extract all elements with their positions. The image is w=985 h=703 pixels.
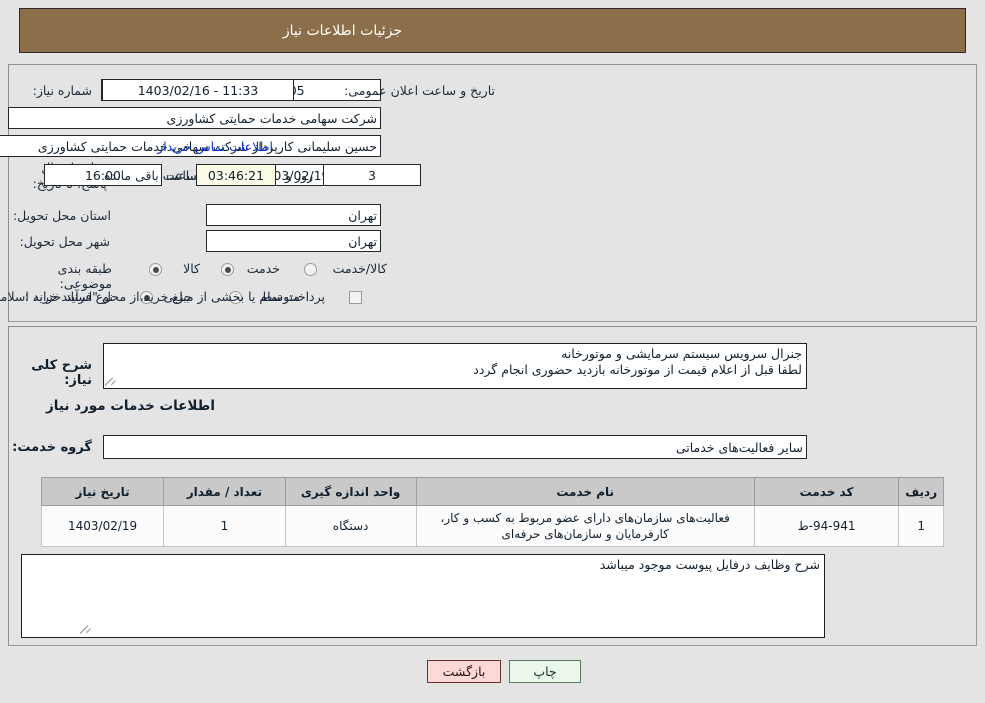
buyer-org-field[interactable]: شرکت سهامی خدمات حمایتی کشاورزی [8, 107, 381, 129]
table-header-row: ردیف کد خدمت نام خدمت واحد اندازه گیری ت… [40, 477, 944, 506]
service-group-label: گروه خدمت: [12, 440, 92, 455]
page-title: جزئیات اطلاعات نیاز [19, 8, 966, 53]
treasury-bond-checkbox[interactable] [349, 291, 362, 304]
deadline-days-field[interactable]: 3 [323, 164, 421, 186]
col-unit: واحد اندازه گیری [284, 477, 417, 506]
category-radio-kala[interactable] [149, 263, 162, 276]
col-date: تاریخ نیاز [40, 477, 165, 506]
deadline-timer: 03:46:21 [196, 164, 276, 186]
need-number-label: شماره نیاز: [32, 83, 92, 98]
buyer-contact-link[interactable]: اطلاعات تماس خریدار [157, 139, 273, 154]
col-name: نام خدمت [415, 477, 755, 506]
deadline-days-label: روز و [285, 168, 314, 183]
category-option-label-2: کالا/خدمت [332, 261, 387, 276]
cell-unit: دستگاه [284, 505, 417, 547]
category-option-label-0: کالا [183, 261, 200, 276]
need-info-panel [8, 64, 977, 322]
category-option-label-1: خدمت [246, 261, 280, 276]
service-group-field[interactable]: سایر فعالیت‌های خدماتی [103, 435, 807, 459]
delivery-city-field[interactable]: تهران [206, 230, 381, 252]
category-label: طبقه بندی موضوعی: [57, 261, 112, 291]
print-button[interactable]: چاپ [509, 660, 581, 683]
delivery-province-label: استان محل تحویل: [12, 208, 111, 223]
table-row[interactable]: 1 ط-94-941 فعالیت‌های سازمان‌های دارای ع… [40, 505, 944, 547]
delivery-city-label: شهر محل تحویل: [19, 234, 110, 249]
cell-date: 1403/02/19 [40, 505, 165, 547]
back-button[interactable]: بازگشت [427, 660, 501, 683]
general-description-textarea[interactable]: جنرال سرویس سیستم سرمایشی و موتورخانه لط… [103, 343, 807, 389]
category-radio-khedmat[interactable] [221, 263, 234, 276]
deadline-timer-label: ساعت باقی مانده [104, 168, 197, 183]
category-radio-kala-khedmat[interactable] [304, 263, 317, 276]
cell-name: فعالیت‌های سازمان‌های دارای عضو مربوط به… [415, 505, 755, 547]
cell-radif: 1 [898, 505, 944, 547]
col-code: کد خدمت [753, 477, 900, 506]
general-description-label: شرح کلی نیاز: [31, 358, 92, 388]
col-radif: ردیف [898, 477, 944, 506]
delivery-province-field[interactable]: تهران [206, 204, 381, 226]
buyer-comments-textarea[interactable]: شرح وظایف درفایل پیوست موجود میباشد [21, 554, 825, 638]
page-title-text: جزئیات اطلاعات نیاز [282, 22, 403, 39]
services-heading: اطلاعات خدمات مورد نیاز [45, 398, 215, 414]
treasury-bond-label: پرداخت تمام یا بخشی از مبلغ خرید،از محل … [0, 289, 325, 304]
announce-datetime-label: تاریخ و ساعت اعلان عمومی: [344, 83, 495, 98]
col-quantity: تعداد / مقدار [163, 477, 286, 506]
page-root: AnaTender.net جزئیات اطلاعات نیاز شماره … [0, 0, 985, 703]
announce-datetime-field[interactable]: 1403/02/16 - 11:33 [102, 79, 294, 101]
cell-code: ط-94-941 [753, 505, 900, 547]
services-table: ردیف کد خدمت نام خدمت واحد اندازه گیری ت… [40, 477, 944, 547]
cell-quantity: 1 [163, 505, 286, 547]
